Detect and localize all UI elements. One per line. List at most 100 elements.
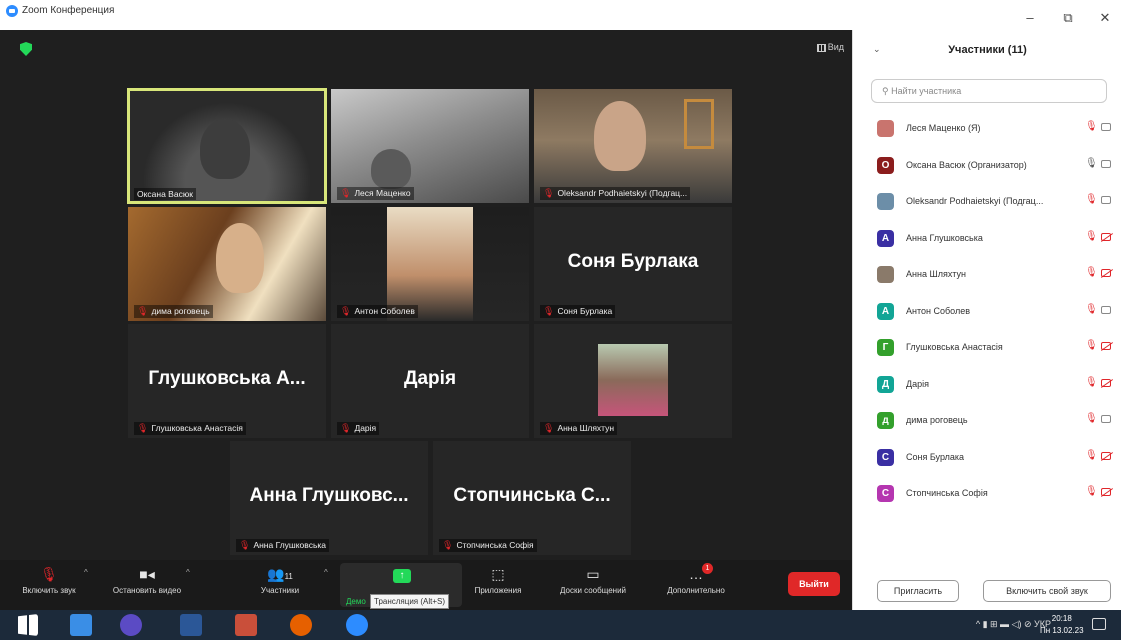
video-camera-icon[interactable] [1101,415,1111,423]
participant-row[interactable]: Г Глушковська Анастасія 🎙 [853,331,1121,368]
video-camera-icon[interactable] [1101,123,1111,131]
tile-name: 🎙 Соня Бурлака [540,305,616,318]
video-tile[interactable]: Оксана Васюк [127,88,327,204]
tile-display-name: Стопчинська С... [453,485,611,506]
participant-name: Оксана Васюк (Организатор) [906,159,1027,170]
clock[interactable]: 20:18 Пн 13.02.23 [1040,613,1084,637]
video-tile[interactable]: Стопчинська С... 🎙 Стопчинська Софія [433,441,631,555]
windows-taskbar: ^ ▮ ⊞ ▬ ◁) ⊘ УКР 20:18 Пн 13.02.23 [0,610,1121,640]
participant-row[interactable]: Леся Маценко (Я) 🎙 [853,112,1121,149]
firefox-icon[interactable] [290,614,312,636]
participant-row[interactable]: Д Дарія 🎙 [853,368,1121,405]
tile-name: 🎙 Oleksandr Podhaietskyi (Подгац... [540,187,691,200]
video-camera-icon: ■◂ [139,566,155,582]
video-off-icon[interactable] [1101,269,1111,277]
participant-name: дима роговець [906,415,968,425]
mic-muted-icon: 🎙 [442,540,454,550]
mic-muted-icon: 🎙 [137,423,149,433]
mic-muted-icon[interactable]: 🎙 [1085,304,1098,315]
share-screen-icon: ↑ [393,569,411,583]
video-tile[interactable]: Дарія 🎙 Дарія [331,324,529,438]
video-off-icon[interactable] [1101,378,1111,387]
participant-video [200,119,250,179]
mic-muted-icon[interactable]: 🎙 [1085,231,1098,242]
view-button[interactable]: Вид [816,42,844,52]
zoom-taskbar-icon[interactable] [346,614,368,636]
video-tile[interactable]: 🎙 дима роговець [128,207,326,321]
participant-row[interactable]: С Стопчинська Софія 🎙 [853,477,1121,514]
unmute-button[interactable]: 🎙 ^ Включить звук [14,566,87,595]
video-tile[interactable]: 🎙 Oleksandr Podhaietskyi (Подгац... [534,89,732,203]
mic-icon[interactable]: 🎙 [1085,158,1098,169]
tile-name: 🎙 Дарія [337,422,380,435]
tile-name: Оксана Васюк [134,188,196,200]
participant-name: Анна Шляхтун [906,269,966,279]
video-tile[interactable]: Анна Глушковс... 🎙 Анна Глушковська [230,441,428,555]
avatar [877,193,894,210]
participant-row[interactable]: Oleksandr Podhaietskyi (Подгац... 🎙 [853,185,1121,222]
chevron-up-icon[interactable]: ^ [186,568,190,577]
participant-row[interactable]: А Анна Глушковська 🎙 [853,222,1121,259]
video-tile[interactable]: Соня Бурлака 🎙 Соня Бурлака [534,207,732,321]
participant-video [371,149,411,189]
more-button[interactable]: … 1 Дополнительно [652,563,740,595]
participants-panel: ⌄ Участники (11) ⚲ Найти участника Леся … [852,30,1121,610]
video-tile[interactable]: 🎙 Леся Маценко [331,89,529,203]
mic-muted-icon[interactable]: 🎙 [1085,340,1098,351]
security-shield-icon[interactable] [20,42,32,56]
stop-video-button[interactable]: ■◂ ^ Остановить видео [102,566,192,595]
participant-row[interactable]: А Антон Соболев 🎙 [853,295,1121,332]
participant-name: Глушковська Анастасія [906,342,1003,352]
whiteboards-button[interactable]: ▭ Доски сообщений [548,566,638,595]
word-icon[interactable] [180,614,202,636]
mic-muted-icon[interactable]: 🎙 [1085,121,1098,132]
apps-button[interactable]: ⬚ Приложения [468,566,528,595]
windows-start-icon[interactable] [18,614,38,636]
participant-row[interactable]: С Соня Бурлака 🎙 [853,441,1121,478]
tile-name: 🎙 дима роговець [134,305,213,318]
mic-muted-icon[interactable]: 🎙 [1085,450,1098,461]
viber-icon[interactable] [120,614,142,636]
grid-view-icon [816,43,826,52]
video-camera-icon[interactable] [1101,305,1111,314]
participant-row[interactable]: Анна Шляхтун 🎙 [853,258,1121,295]
mic-muted-icon[interactable]: 🎙 [1085,413,1098,424]
calendar-app-icon[interactable] [235,614,257,636]
video-off-icon[interactable] [1101,488,1111,496]
close-button[interactable]: ✕ [1095,10,1115,26]
mic-muted-icon: 🎙 [239,540,251,550]
minimize-button[interactable]: – [1020,10,1040,25]
mic-muted-icon[interactable]: 🎙 [1085,377,1098,388]
video-off-icon[interactable] [1101,342,1111,350]
avatar: С [877,448,894,466]
notifications-icon[interactable] [1092,618,1106,630]
participant-search-input[interactable]: ⚲ Найти участника [871,79,1107,103]
file-explorer-icon[interactable] [70,614,92,636]
chevron-up-icon[interactable]: ^ [324,568,328,577]
leave-button[interactable]: Выйти [788,572,840,596]
participant-video [594,101,646,171]
mic-muted-icon[interactable]: 🎙 [1085,267,1098,278]
participant-row[interactable]: О Оксана Васюк (Организатор) 🎙 [853,149,1121,186]
video-off-icon[interactable] [1101,232,1111,241]
avatar [877,120,894,137]
avatar: О [877,156,894,174]
mic-muted-icon[interactable]: 🎙 [1085,486,1098,497]
participants-button[interactable]: 👥11 ^ Участники [250,566,328,595]
participant-name: Соня Бурлака [906,451,965,462]
unmute-self-button[interactable]: Включить свой звук [983,580,1111,602]
chevron-up-icon[interactable]: ^ [84,568,88,577]
invite-button[interactable]: Пригласить [877,580,959,602]
video-camera-icon[interactable] [1101,159,1111,168]
video-tile[interactable]: Глушковська А... 🎙 Глушковська Анастасія [128,324,326,438]
mic-muted-icon[interactable]: 🎙 [1085,194,1098,205]
mic-muted-icon: 🎙 [40,566,58,582]
tile-name: 🎙 Глушковська Анастасія [134,422,246,435]
video-tile[interactable]: 🎙 Анна Шляхтун [534,324,732,438]
video-tile[interactable]: 🎙 Антон Соболев [331,207,529,321]
maximize-button[interactable]: ⧉ [1058,10,1078,26]
participant-row[interactable]: д дима роговець 🎙 [853,404,1121,441]
video-camera-icon[interactable] [1101,196,1111,204]
video-off-icon[interactable] [1101,451,1111,460]
participant-name: Oleksandr Podhaietskyi (Подгац... [906,196,1044,206]
